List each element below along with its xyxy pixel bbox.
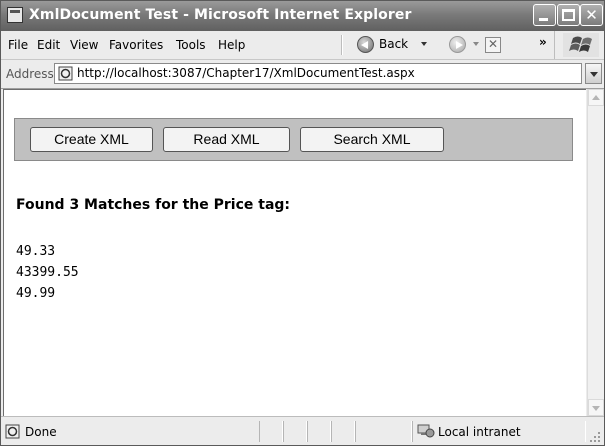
- search-xml-button[interactable]: Search XML: [300, 127, 444, 152]
- results-heading: Found 3 Matches for the Price tag:: [16, 197, 291, 213]
- status-pane: [259, 421, 283, 442]
- page-content: Create XML Read XML Search XML Found 3 M…: [3, 89, 586, 416]
- maximize-button[interactable]: [557, 4, 580, 26]
- menu-bar: File Edit View Favorites Tools Help Back…: [1, 31, 604, 60]
- menu-tools[interactable]: Tools: [176, 38, 206, 52]
- status-pane: [331, 421, 355, 442]
- back-arrow-icon: [357, 36, 374, 53]
- menu-file[interactable]: File: [8, 38, 28, 52]
- address-dropdown-button[interactable]: [585, 63, 602, 84]
- zone-label: Local intranet: [438, 425, 521, 439]
- button-panel: Create XML Read XML Search XML: [14, 118, 573, 161]
- toolbar-separator: [341, 35, 343, 55]
- browser-window: XmlDocument Test - Microsoft Internet Ex…: [0, 0, 605, 446]
- back-label: Back: [379, 37, 409, 51]
- minimize-button[interactable]: [533, 4, 556, 26]
- intranet-zone-icon: [417, 424, 435, 438]
- menu-edit[interactable]: Edit: [37, 38, 60, 52]
- create-xml-button[interactable]: Create XML: [30, 127, 153, 152]
- address-bar: Address http://localhost:3087/Chapter17/…: [1, 60, 604, 89]
- ie-page-icon: [7, 7, 23, 23]
- toolbar-overflow-chevron[interactable]: »: [539, 35, 547, 49]
- menu-favorites[interactable]: Favorites: [109, 38, 163, 52]
- back-dropdown-icon[interactable]: [421, 42, 427, 46]
- address-url: http://localhost:3087/Chapter17/XmlDocum…: [77, 66, 415, 80]
- status-text: Done: [25, 425, 57, 439]
- status-pane: [355, 421, 412, 442]
- maximize-icon: [562, 9, 575, 21]
- logo-separator: [554, 31, 555, 59]
- ie-page-icon: [5, 424, 20, 439]
- windows-flag-logo: [563, 33, 599, 57]
- scroll-up-button[interactable]: [588, 89, 604, 106]
- status-bar: Done Local intranet: [1, 416, 604, 445]
- forward-dropdown-icon[interactable]: [473, 42, 479, 46]
- vertical-scrollbar[interactable]: [587, 89, 604, 416]
- forward-button[interactable]: [449, 36, 466, 53]
- window-title: XmlDocument Test - Microsoft Internet Ex…: [29, 7, 412, 23]
- resize-grip-icon[interactable]: [589, 431, 601, 443]
- scroll-down-button[interactable]: [588, 399, 604, 416]
- menu-view[interactable]: View: [70, 38, 98, 52]
- ie-page-icon: [58, 66, 73, 81]
- title-bar[interactable]: XmlDocument Test - Microsoft Internet Ex…: [1, 1, 604, 31]
- stop-icon: ✕: [487, 37, 499, 51]
- result-item: 43399.55: [16, 265, 79, 280]
- status-pane: [283, 421, 307, 442]
- close-icon: ✕: [585, 6, 598, 24]
- minimize-icon: [539, 18, 548, 21]
- close-button[interactable]: ✕: [580, 4, 603, 26]
- address-label: Address: [6, 67, 54, 81]
- result-item: 49.99: [16, 286, 56, 301]
- stop-button[interactable]: ✕: [485, 37, 501, 53]
- results-list: 49.33 43399.55 49.99: [16, 241, 79, 304]
- address-input[interactable]: http://localhost:3087/Chapter17/XmlDocum…: [54, 63, 582, 84]
- status-pane: [307, 421, 331, 442]
- read-xml-button[interactable]: Read XML: [163, 127, 290, 152]
- menu-help[interactable]: Help: [218, 38, 245, 52]
- result-item: 49.33: [16, 244, 56, 259]
